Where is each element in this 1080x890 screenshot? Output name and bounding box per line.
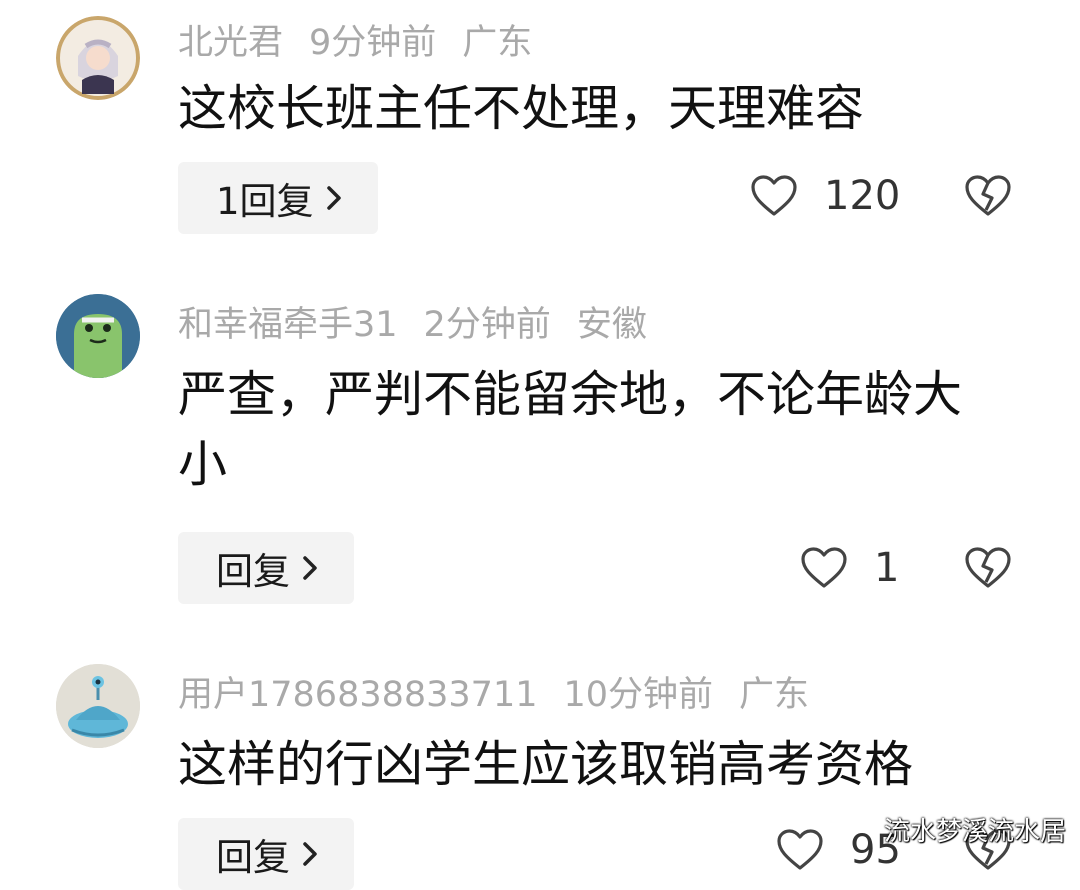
username[interactable]: 和幸福牵手31	[178, 296, 398, 347]
heart-outline-icon	[750, 174, 798, 218]
reply-label: 回复	[216, 550, 290, 593]
blue-alien-avatar-icon	[56, 664, 140, 748]
comment-meta: 用户1786838833711 10分钟前 广东	[178, 666, 809, 716]
like-count: 1	[874, 545, 900, 591]
reply-label: 回复	[216, 836, 290, 879]
like-button[interactable]: 1	[800, 545, 899, 591]
comment-text: 这样的行凶学生应该取销高考资格	[178, 736, 914, 793]
watermark: 流水梦溪流水居	[883, 817, 1066, 847]
avatar[interactable]	[56, 664, 140, 748]
timestamp: 2分钟前	[423, 304, 551, 345]
comment-meta: 和幸福牵手31 2分钟前 安徽	[178, 296, 647, 346]
broken-heart-icon[interactable]	[964, 174, 1012, 218]
location: 广东	[462, 22, 533, 63]
username[interactable]: 用户1786838833711	[178, 666, 538, 717]
reply-button[interactable]: 回复	[178, 532, 354, 604]
comment-text: 这校长班主任不处理，天理难容	[178, 80, 865, 137]
chevron-right-icon	[324, 183, 344, 213]
heart-outline-icon	[776, 828, 824, 872]
comment-text: 严查，严判不能留余地，不论年龄大小	[178, 366, 963, 493]
anime-girl-avatar-icon	[56, 16, 140, 100]
like-button[interactable]: 120	[750, 173, 900, 219]
reply-button[interactable]: 1回复	[178, 162, 378, 234]
like-button[interactable]: 95	[776, 827, 901, 873]
avatar[interactable]	[56, 294, 140, 378]
timestamp: 9分钟前	[309, 22, 437, 63]
broken-heart-icon[interactable]	[964, 546, 1012, 590]
chevron-right-icon	[300, 839, 320, 869]
heart-outline-icon	[800, 546, 848, 590]
avatar[interactable]	[56, 16, 140, 100]
location: 安徽	[576, 304, 647, 345]
username[interactable]: 北光君	[178, 14, 283, 65]
reply-label: 1回复	[216, 180, 314, 223]
location: 广东	[739, 674, 810, 715]
timestamp: 10分钟前	[563, 674, 714, 715]
reply-button[interactable]: 回复	[178, 818, 354, 890]
comment-meta: 北光君 9分钟前 广东	[178, 14, 532, 64]
chevron-right-icon	[300, 553, 320, 583]
like-count: 120	[824, 173, 901, 219]
green-frog-avatar-icon	[56, 294, 140, 378]
